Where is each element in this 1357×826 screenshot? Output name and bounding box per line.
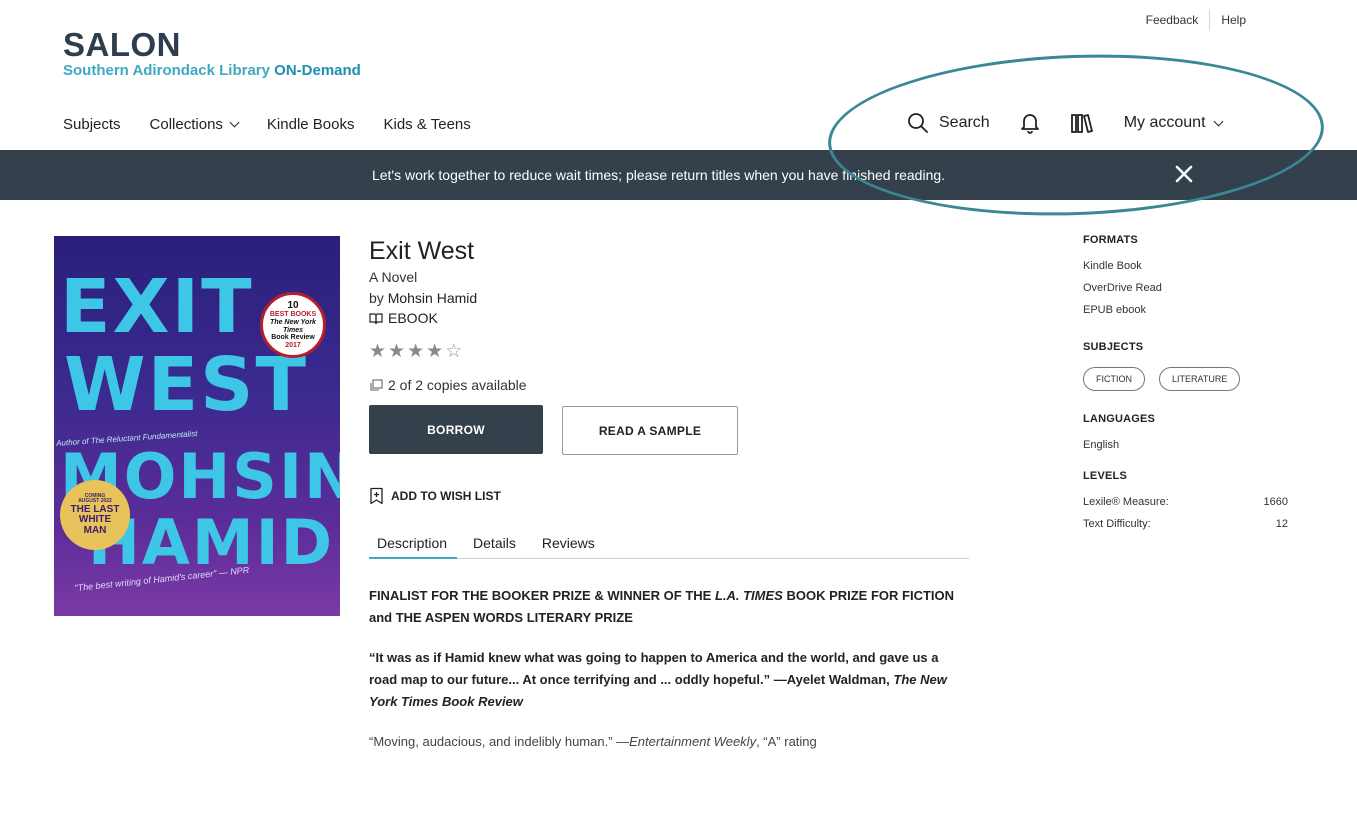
subject-chip-fiction[interactable]: FICTION: [1083, 367, 1145, 391]
nav-collections[interactable]: Collections: [150, 116, 240, 133]
main-nav: Subjects Collections Kindle Books Kids &…: [63, 116, 500, 133]
subject-chip-literature[interactable]: LITERATURE: [1159, 367, 1241, 391]
cover-seal: 10 BEST BOOKS The New York Times Book Re…: [260, 292, 326, 358]
search-button[interactable]: Search: [907, 112, 990, 134]
book-details: Exit West A Novel by Mohsin Hamid EBOOK …: [369, 236, 969, 772]
utility-links: Feedback Help: [1135, 9, 1257, 31]
copies-icon: [370, 378, 383, 391]
book-subtitle: A Novel: [369, 269, 418, 285]
search-label: Search: [939, 114, 990, 131]
formats-list: Kindle Book OverDrive Read EPUB ebook: [1083, 255, 1288, 321]
availability: 2 of 2 copies available: [369, 377, 969, 393]
book-cover[interactable]: EXIT WEST Author of The Reluctant Fundam…: [54, 236, 340, 616]
logo-main: SALON: [63, 26, 181, 63]
tab-description[interactable]: Description: [369, 535, 458, 559]
cover-title-west: WEST: [64, 342, 308, 428]
description-paragraph: “Moving, audacious, and indelibly human.…: [369, 734, 817, 750]
close-icon[interactable]: [1174, 164, 1194, 184]
levels-heading: LEVELS: [1083, 470, 1127, 482]
author-link[interactable]: Mohsin Hamid: [388, 290, 477, 306]
open-book-icon: [369, 312, 383, 324]
languages-list: English: [1083, 434, 1288, 456]
header-actions: Search My account: [907, 112, 1223, 134]
format-item: Kindle Book: [1083, 260, 1142, 272]
format-label: EBOOK: [369, 310, 969, 326]
chevron-down-icon: [1213, 116, 1223, 126]
add-to-wishlist-button[interactable]: ADD TO WISH LIST: [369, 487, 969, 505]
account-label: My account: [1123, 114, 1206, 131]
levels-list: Lexile® Measure: 1660 Text Difficulty: 12: [1083, 491, 1288, 535]
banner-text: Let's work together to reduce wait times…: [371, 167, 946, 183]
notifications-button[interactable]: [1020, 112, 1040, 134]
chevron-down-icon: [229, 117, 240, 128]
bell-icon: [1020, 114, 1039, 134]
nav-kindle-books[interactable]: Kindle Books: [267, 116, 355, 133]
tab-bar: Description Details Reviews: [369, 535, 969, 559]
feedback-link[interactable]: Feedback: [1135, 13, 1210, 27]
tab-reviews[interactable]: Reviews: [534, 535, 605, 558]
books-icon: [1070, 114, 1093, 133]
description: FINALIST FOR THE BOOKER PRIZE & WINNER O…: [369, 585, 969, 754]
account-menu[interactable]: My account: [1123, 114, 1223, 132]
formats-heading: FORMATS: [1083, 234, 1138, 246]
star-rating[interactable]: ★ ★ ★ ★ ☆: [369, 340, 969, 363]
nav-kids-teens[interactable]: Kids & Teens: [383, 116, 470, 133]
level-row: Text Difficulty: 12: [1083, 518, 1288, 530]
format-item: OverDrive Read: [1083, 282, 1162, 294]
library-logo[interactable]: SALON Southern Adirondack Library ON-Dem…: [63, 28, 361, 79]
borrow-button[interactable]: BORROW: [369, 405, 543, 454]
star-filled-icon[interactable]: ★: [426, 340, 445, 363]
description-paragraph: “It was as if Hamid knew what was going …: [369, 650, 947, 710]
bookmark-plus-icon: [370, 487, 383, 505]
subjects-heading: SUBJECTS: [1083, 341, 1144, 353]
star-filled-icon[interactable]: ★: [388, 340, 407, 363]
nav-subjects[interactable]: Subjects: [63, 116, 121, 133]
subject-chips: FICTION LITERATURE: [1083, 367, 1288, 391]
help-link[interactable]: Help: [1210, 13, 1257, 27]
cover-title-exit: EXIT: [60, 264, 254, 350]
star-filled-icon[interactable]: ★: [407, 340, 426, 363]
languages-heading: LANGUAGES: [1083, 413, 1156, 425]
shelf-button[interactable]: [1070, 112, 1094, 134]
cover-badge: COMING AUGUST 2022 THE LAST WHITE MAN: [60, 480, 130, 550]
notice-banner: Let's work together to reduce wait times…: [0, 150, 1357, 200]
logo-subtitle: Southern Adirondack Library ON-Demand: [63, 62, 361, 79]
tab-details[interactable]: Details: [465, 535, 526, 558]
book-sidebar: FORMATS Kindle Book OverDrive Read EPUB …: [1083, 234, 1288, 535]
book-title: Exit West: [369, 237, 475, 265]
star-empty-icon[interactable]: ☆: [445, 340, 464, 363]
format-item: EPUB ebook: [1083, 304, 1146, 316]
read-sample-button[interactable]: READ A SAMPLE: [562, 406, 738, 455]
description-paragraph: FINALIST FOR THE BOOKER PRIZE & WINNER O…: [369, 588, 955, 626]
language-item: English: [1083, 439, 1120, 451]
star-filled-icon[interactable]: ★: [369, 340, 388, 363]
level-row: Lexile® Measure: 1660: [1083, 496, 1288, 508]
byline: by Mohsin Hamid: [369, 290, 478, 306]
search-icon: [908, 113, 928, 133]
